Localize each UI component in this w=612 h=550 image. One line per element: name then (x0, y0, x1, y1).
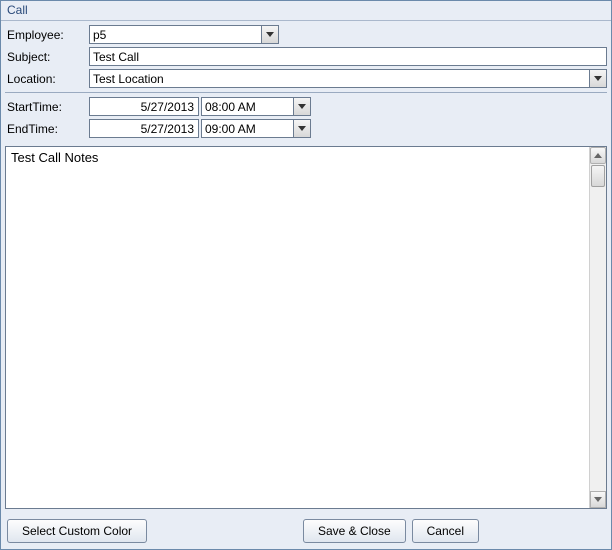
subject-label: Subject: (5, 50, 89, 64)
location-value: Test Location (93, 72, 164, 86)
chevron-down-icon (298, 126, 306, 131)
start-date-value: 5/27/2013 (141, 100, 194, 114)
employee-dropdown-button[interactable] (261, 26, 278, 43)
location-label: Location: (5, 72, 89, 86)
starttime-label: StartTime: (5, 100, 89, 114)
employee-combo[interactable]: p5 (89, 25, 279, 44)
call-window: Call Employee: p5 Subject: Test Call Loc… (0, 0, 612, 550)
end-time-value: 09:00 AM (205, 122, 256, 136)
save-and-close-button[interactable]: Save & Close (303, 519, 406, 543)
end-time-dropdown-button[interactable] (293, 120, 310, 137)
notes-scrollbar[interactable] (589, 147, 606, 508)
form-top: Employee: p5 Subject: Test Call Location… (1, 21, 611, 144)
location-combo[interactable]: Test Location (89, 69, 607, 88)
divider (5, 92, 607, 93)
cancel-button[interactable]: Cancel (412, 519, 479, 543)
employee-value: p5 (93, 28, 106, 42)
end-date-input[interactable]: 5/27/2013 (89, 119, 199, 138)
subject-input[interactable]: Test Call (89, 47, 607, 66)
start-time-dropdown-button[interactable] (293, 98, 310, 115)
notes-text: Test Call Notes (6, 147, 589, 508)
location-dropdown-button[interactable] (589, 70, 606, 87)
subject-value: Test Call (93, 50, 139, 64)
scroll-down-button[interactable] (590, 491, 606, 508)
employee-label: Employee: (5, 28, 89, 42)
endtime-label: EndTime: (5, 122, 89, 136)
chevron-down-icon (298, 104, 306, 109)
window-title: Call (1, 1, 611, 21)
end-date-value: 5/27/2013 (141, 122, 194, 136)
notes-area[interactable]: Test Call Notes (5, 146, 607, 509)
chevron-down-icon (594, 497, 602, 502)
scroll-thumb[interactable] (591, 165, 605, 187)
select-custom-color-button[interactable]: Select Custom Color (7, 519, 147, 543)
start-time-value: 08:00 AM (205, 100, 256, 114)
start-date-input[interactable]: 5/27/2013 (89, 97, 199, 116)
chevron-up-icon (594, 153, 602, 158)
end-time-combo[interactable]: 09:00 AM (201, 119, 311, 138)
chevron-down-icon (594, 76, 602, 81)
scroll-up-button[interactable] (590, 147, 606, 164)
button-bar: Select Custom Color Save & Close Cancel (1, 513, 611, 549)
chevron-down-icon (266, 32, 274, 37)
start-time-combo[interactable]: 08:00 AM (201, 97, 311, 116)
